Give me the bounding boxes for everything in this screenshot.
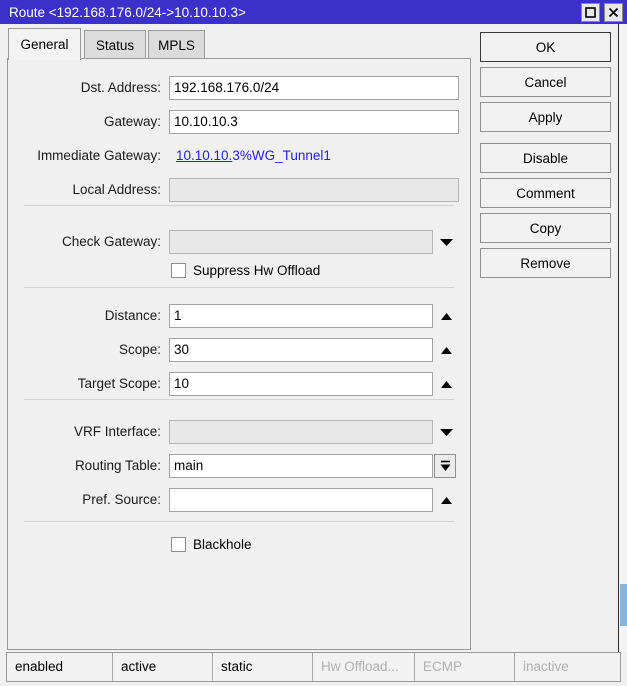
title-bar[interactable]: Route <192.168.176.0/24->10.10.10.3> xyxy=(0,0,627,24)
form-row-routing-table: Routing Table: main xyxy=(8,453,472,479)
comment-button[interactable]: Comment xyxy=(480,178,611,208)
form-row-dst-address: Dst. Address: 192.168.176.0/24 xyxy=(8,75,472,101)
apply-button[interactable]: Apply xyxy=(480,102,611,132)
dst-address-input[interactable]: 192.168.176.0/24 xyxy=(169,76,459,100)
immediate-gateway-link-underlined: 10.10.10. xyxy=(176,148,233,163)
routing-table-input[interactable]: main xyxy=(169,454,433,478)
target-scope-label: Target Scope: xyxy=(77,376,161,391)
pref-source-label: Pref. Source: xyxy=(82,492,161,507)
vrf-interface-label: VRF Interface: xyxy=(73,424,161,439)
ok-button[interactable]: OK xyxy=(480,32,611,62)
status-static: static xyxy=(212,653,312,681)
disable-button[interactable]: Disable xyxy=(480,143,611,173)
vrf-interface-input xyxy=(169,420,433,444)
form-separator-3 xyxy=(24,521,454,522)
blackhole-label: Blackhole xyxy=(193,536,252,552)
blackhole-checkbox-row[interactable]: Blackhole xyxy=(171,533,252,555)
cancel-button[interactable]: Cancel xyxy=(480,67,611,97)
form-separator-2 xyxy=(24,399,454,400)
tab-label: MPLS xyxy=(158,37,195,53)
status-active: active xyxy=(112,653,212,681)
gateway-input[interactable]: 10.10.10.3 xyxy=(169,110,459,134)
form-row-vrf-interface: VRF Interface: xyxy=(8,419,472,445)
status-inactive: inactive xyxy=(514,653,620,681)
form-row-target-scope: Target Scope: 10 xyxy=(8,371,472,397)
form-row-local-address: Local Address: xyxy=(8,177,472,203)
form-row-gateway: Gateway: 10.10.10.3 xyxy=(8,109,472,135)
suppress-hw-offload-checkbox-row[interactable]: Suppress Hw Offload xyxy=(171,259,320,281)
routing-table-dropdown-button[interactable] xyxy=(434,454,456,478)
tab-status[interactable]: Status xyxy=(84,30,146,59)
status-ecmp: ECMP xyxy=(414,653,514,681)
check-gateway-input xyxy=(169,230,433,254)
form-separator-0 xyxy=(24,205,454,206)
copy-button[interactable]: Copy xyxy=(480,213,611,243)
close-icon[interactable] xyxy=(604,2,623,22)
scope-label: Scope: xyxy=(118,342,161,357)
tab-general[interactable]: General xyxy=(8,28,81,60)
immediate-gateway-link[interactable]: 10.10.10.3%WG_Tunnel1 xyxy=(176,143,331,169)
distance-label: Distance: xyxy=(104,308,161,323)
immediate-gateway-label: Immediate Gateway: xyxy=(37,148,161,163)
pref-source-input[interactable] xyxy=(169,488,433,512)
status-enabled: enabled xyxy=(15,659,64,674)
scrollbar-thumb[interactable] xyxy=(620,584,627,626)
local-address-input xyxy=(169,178,459,202)
suppress-hw-offload-label: Suppress Hw Offload xyxy=(193,262,321,278)
target-scope-spinner-up-icon[interactable] xyxy=(437,372,455,396)
remove-button[interactable]: Remove xyxy=(480,248,611,278)
form-row-immediate-gateway: Immediate Gateway: 10.10.10.3%WG_Tunnel1 xyxy=(8,143,472,169)
tab-label: Status xyxy=(95,37,135,53)
tab-mpls[interactable]: MPLS xyxy=(148,30,205,59)
routing-table-label: Routing Table: xyxy=(74,458,161,473)
form-row-distance: Distance: 1 xyxy=(8,303,472,329)
tab-label: General xyxy=(20,37,69,52)
form-row-pref-source: Pref. Source: xyxy=(8,487,472,513)
form-row-scope: Scope: 30 xyxy=(8,337,472,363)
distance-spinner-up-icon[interactable] xyxy=(437,304,455,328)
form-row-check-gateway: Check Gateway: xyxy=(8,229,472,255)
blackhole-checkbox[interactable] xyxy=(171,536,186,552)
form-separator-1 xyxy=(24,287,454,288)
vertical-scrollbar[interactable] xyxy=(618,24,627,652)
scope-input[interactable]: 30 xyxy=(169,338,433,362)
maximize-icon[interactable] xyxy=(581,2,600,22)
status-bar: enabled active static Hw Offload... ECMP inac… xyxy=(6,652,621,682)
status-hw-offload: Hw Offload... xyxy=(312,653,414,681)
suppress-hw-offload-checkbox[interactable] xyxy=(171,262,186,278)
scope-spinner-up-icon[interactable] xyxy=(437,338,455,362)
dst-address-label: Dst. Address: xyxy=(80,80,161,95)
gateway-label: Gateway: xyxy=(103,114,161,129)
distance-input[interactable]: 1 xyxy=(169,304,433,328)
window-title: Route <192.168.176.0/24->10.10.10.3> xyxy=(9,4,246,20)
check-gateway-chevron-down-icon[interactable] xyxy=(437,230,455,254)
local-address-label: Local Address: xyxy=(72,182,161,197)
check-gateway-label: Check Gateway: xyxy=(61,234,161,249)
general-tab-panel: Dst. Address: 192.168.176.0/24 Gateway: 10.… xyxy=(7,58,471,650)
immediate-gateway-link-rest: 3%WG_Tunnel1 xyxy=(232,148,331,163)
route-dialog-window: Route <192.168.176.0/24->10.10.10.3> Gen… xyxy=(0,0,627,686)
pref-source-spinner-up-icon[interactable] xyxy=(437,488,455,512)
target-scope-input[interactable]: 10 xyxy=(169,372,433,396)
vrf-interface-chevron-down-icon[interactable] xyxy=(437,420,455,444)
